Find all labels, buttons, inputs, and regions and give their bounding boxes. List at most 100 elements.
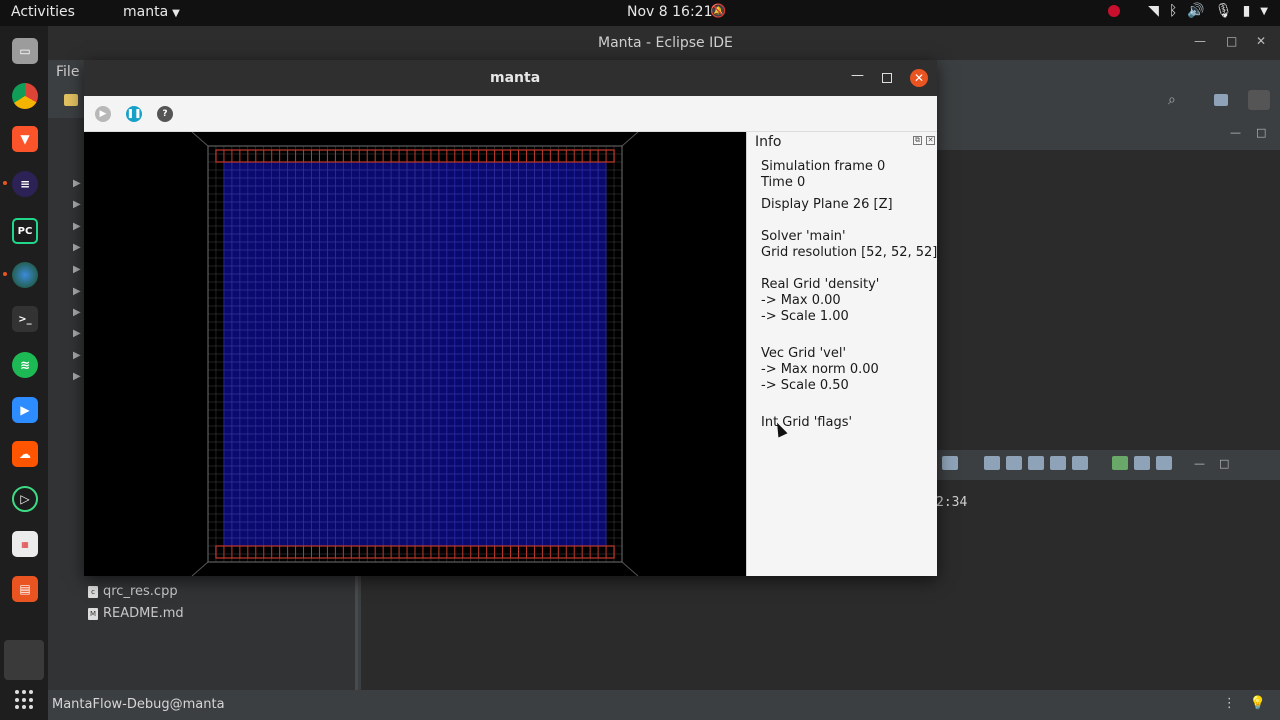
word-wrap-icon[interactable] bbox=[1006, 456, 1022, 470]
manta-window: manta — ✕ ▶ ❚❚ ? Info ⧉ ✕ Simulation fra… bbox=[84, 60, 937, 576]
desktop: Activities manta ▼ Nov 8 16:21 🔕 ◥ ᛒ 🔊 🎙 … bbox=[0, 0, 1280, 720]
earth-icon[interactable] bbox=[12, 262, 38, 288]
close-icon[interactable]: ✕ bbox=[926, 136, 935, 145]
pin-console-icon[interactable] bbox=[1050, 456, 1066, 470]
info-grid-resolution: Grid resolution [52, 52, 52] bbox=[761, 245, 938, 260]
system-tray[interactable]: ◥ ᛒ 🔊 🎙 ▮ ▼ bbox=[1108, 3, 1268, 19]
status-bar: MantaFlow-Debug@manta ⋮ 💡 bbox=[48, 690, 1280, 720]
console-toolbar: — □ bbox=[936, 450, 1280, 476]
brave-icon[interactable]: ▼ bbox=[12, 126, 38, 152]
minimize-icon[interactable]: — bbox=[1230, 126, 1241, 139]
new-console-view-icon[interactable] bbox=[1156, 456, 1172, 470]
tree-expand-icon[interactable]: ▶ bbox=[73, 350, 81, 361]
tree-expand-icon[interactable]: ▶ bbox=[73, 307, 81, 318]
c-file-icon: c bbox=[88, 585, 98, 598]
status-right: ⋮ 💡 bbox=[1223, 696, 1266, 711]
close-icon[interactable]: ✕ bbox=[910, 69, 928, 87]
info-vec-max-norm: -> Max norm 0.00 bbox=[761, 362, 879, 377]
microphone-icon: 🎙 bbox=[1214, 3, 1233, 19]
scroll-lock-icon[interactable] bbox=[984, 456, 1000, 470]
terminal-icon[interactable]: >_ bbox=[12, 306, 38, 332]
search-icon[interactable]: ⌕ bbox=[1168, 92, 1176, 108]
display-console-icon[interactable] bbox=[1072, 456, 1088, 470]
clock[interactable]: Nov 8 16:21 bbox=[627, 4, 712, 20]
tree-expand-icon[interactable]: ▶ bbox=[73, 328, 81, 339]
file-name: qrc_res.cpp bbox=[103, 584, 178, 599]
maximize-icon[interactable] bbox=[882, 73, 892, 83]
app-menu[interactable]: manta ▼ bbox=[123, 4, 180, 20]
show-on-output-icon[interactable] bbox=[1028, 456, 1044, 470]
eclipse-icon[interactable]: ≡ bbox=[12, 171, 38, 197]
console-output: 2:34 bbox=[936, 495, 968, 510]
play-icon[interactable]: ▶ bbox=[95, 106, 111, 122]
tree-expand-icon[interactable]: ▶ bbox=[73, 242, 81, 253]
soundcloud-icon[interactable]: ☁ bbox=[12, 441, 38, 467]
info-time: Time 0 bbox=[761, 175, 806, 190]
tree-expand-icon[interactable]: ▶ bbox=[73, 286, 81, 297]
lightbulb-icon[interactable]: 💡 bbox=[1250, 696, 1266, 711]
minimize-icon[interactable]: — bbox=[1194, 34, 1206, 48]
player-icon[interactable]: ▷ bbox=[12, 486, 38, 512]
chevron-down-icon: ▼ bbox=[1260, 5, 1268, 17]
maximize-icon[interactable]: □ bbox=[1226, 34, 1237, 48]
new-console-icon[interactable] bbox=[1134, 456, 1150, 470]
file-name: README.md bbox=[103, 606, 184, 621]
list-item[interactable]: c qrc_res.cpp bbox=[88, 584, 178, 599]
info-panel: Info ⧉ ✕ Simulation frame 0 Time 0 Displ… bbox=[746, 132, 937, 576]
grid-corner-line bbox=[621, 132, 639, 147]
calendar-icon[interactable]: ▦ bbox=[12, 531, 38, 557]
grid-visualization bbox=[191, 132, 639, 576]
running-indicator bbox=[3, 272, 7, 276]
show-applications-icon[interactable] bbox=[15, 690, 35, 710]
grid-corner-line bbox=[621, 561, 639, 576]
tree-expand-icon[interactable]: ▶ bbox=[73, 199, 81, 210]
maximize-icon[interactable]: □ bbox=[1219, 457, 1229, 470]
close-icon[interactable]: ✕ bbox=[1256, 34, 1266, 48]
grid-corner-line bbox=[191, 561, 209, 576]
info-real-max: -> Max 0.00 bbox=[761, 293, 841, 308]
minimize-icon[interactable]: — bbox=[851, 68, 864, 83]
zoom-icon[interactable]: ▶ bbox=[12, 397, 38, 423]
menu-file[interactable]: File bbox=[56, 64, 79, 80]
manta-toolbar: ▶ ❚❚ ? bbox=[84, 96, 937, 132]
new-folder-icon[interactable] bbox=[64, 94, 78, 106]
pause-icon[interactable]: ❚❚ bbox=[126, 106, 142, 122]
status-text: MantaFlow-Debug@manta bbox=[52, 697, 225, 712]
help-icon[interactable]: ? bbox=[157, 106, 173, 122]
maximize-icon[interactable]: □ bbox=[1256, 126, 1266, 139]
bluetooth-icon: ᛒ bbox=[1168, 3, 1178, 19]
chevron-down-icon: ▼ bbox=[172, 8, 180, 19]
chrome-icon[interactable] bbox=[12, 83, 38, 109]
running-indicator bbox=[3, 181, 7, 185]
battery-icon: ▮ bbox=[1242, 3, 1251, 19]
info-vec-grid: Vec Grid 'vel' bbox=[761, 346, 847, 361]
activities-button[interactable]: Activities bbox=[11, 4, 75, 20]
tree-expand-icon[interactable]: ▶ bbox=[73, 221, 81, 232]
spotify-icon[interactable]: ≋ bbox=[12, 352, 38, 378]
tree-expand-icon[interactable]: ▶ bbox=[73, 178, 81, 189]
info-display-plane: Display Plane 26 [Z] bbox=[761, 197, 893, 212]
tree-expand-icon[interactable]: ▶ bbox=[73, 371, 81, 382]
manta-titlebar: manta — ✕ bbox=[84, 60, 937, 96]
app-menu-label: manta bbox=[123, 4, 169, 20]
open-console-icon[interactable] bbox=[1112, 456, 1128, 470]
minimize-icon[interactable]: — bbox=[1194, 457, 1205, 470]
record-indicator-icon bbox=[1108, 5, 1121, 17]
software-store-icon[interactable]: ▤ bbox=[12, 576, 38, 602]
notifications-off-icon: 🔕 bbox=[710, 4, 727, 19]
remove-launch-icon[interactable] bbox=[942, 456, 958, 470]
perspective-icon[interactable] bbox=[1248, 90, 1270, 110]
open-perspective-icon[interactable] bbox=[1214, 94, 1228, 106]
list-item[interactable]: M README.md bbox=[88, 606, 184, 621]
dock-active-highlight bbox=[4, 640, 44, 680]
top-bar: Activities manta ▼ Nov 8 16:21 🔕 ◥ ᛒ 🔊 🎙 … bbox=[0, 0, 1280, 26]
tree-expand-icon[interactable]: ▶ bbox=[73, 264, 81, 275]
dock: ▭ ▼ ≡ PC >_ ≋ ▶ ☁ ▷ ▦ ▤ bbox=[0, 26, 48, 720]
pycharm-icon[interactable]: PC bbox=[12, 218, 38, 244]
float-panel-icon[interactable]: ⧉ bbox=[913, 136, 922, 145]
files-icon[interactable]: ▭ bbox=[12, 38, 38, 64]
info-real-grid: Real Grid 'density' bbox=[761, 277, 880, 292]
simulation-viewport[interactable] bbox=[84, 132, 746, 576]
more-vertical-icon[interactable]: ⋮ bbox=[1223, 696, 1236, 711]
info-real-scale: -> Scale 1.00 bbox=[761, 309, 849, 324]
